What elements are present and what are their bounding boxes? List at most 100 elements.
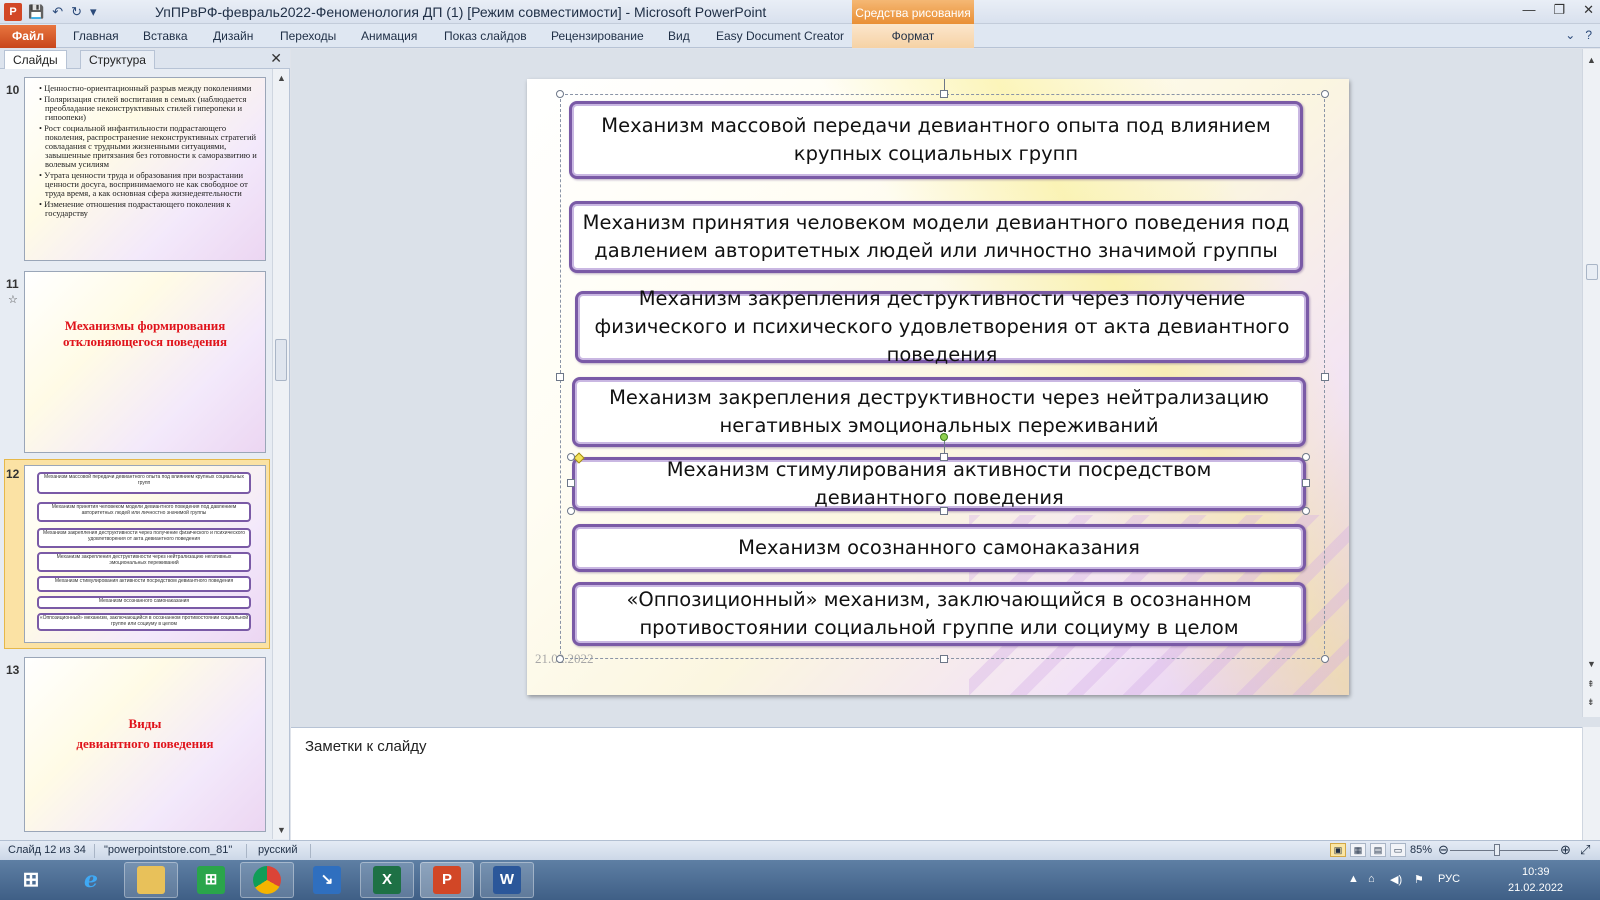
slide-number: 11 xyxy=(6,277,19,291)
reading-view-icon[interactable]: ▤ xyxy=(1370,843,1386,857)
resize-handle[interactable] xyxy=(1302,453,1310,461)
tab-format[interactable]: Формат xyxy=(852,24,974,48)
tab-outline[interactable]: Структура xyxy=(80,50,155,69)
scroll-up-icon[interactable]: ▲ xyxy=(277,73,286,83)
zoom-slider-knob[interactable] xyxy=(1494,844,1500,856)
resize-handle[interactable] xyxy=(1321,373,1329,381)
thumb-box: Механизм закрепления деструктивности чер… xyxy=(37,528,251,548)
tab-slides[interactable]: Слайды xyxy=(4,50,67,69)
clock-time[interactable]: 10:39 xyxy=(1522,866,1550,878)
network-icon[interactable]: ⌂ xyxy=(1368,873,1375,885)
slideshow-icon[interactable]: ▭ xyxy=(1390,843,1406,857)
resize-handle[interactable] xyxy=(940,507,948,515)
group-selection-frame xyxy=(560,94,1325,659)
zoom-out-icon[interactable]: ⊖ xyxy=(1438,842,1449,858)
fit-slide-icon[interactable]: ⤢ xyxy=(1580,842,1590,858)
excel-icon[interactable]: X xyxy=(360,862,414,898)
resize-handle[interactable] xyxy=(1321,90,1329,98)
save-icon[interactable]: 💾 xyxy=(28,4,44,20)
document-creator-icon[interactable]: ↘ xyxy=(300,862,354,898)
minimize-ribbon-icon[interactable]: ⌄ xyxy=(1565,28,1575,42)
undo-icon[interactable]: ↶ xyxy=(52,4,63,20)
close-icon[interactable]: ✕ xyxy=(270,50,282,67)
thumb-box: Механизм массовой передачи девиантного о… xyxy=(37,472,251,494)
zoom-in-icon[interactable]: ⊕ xyxy=(1560,842,1571,858)
next-slide-icon[interactable]: ⇟ xyxy=(1587,697,1595,708)
tab-easy-document-creator[interactable]: Easy Document Creator xyxy=(716,29,844,43)
resize-handle[interactable] xyxy=(1302,479,1310,487)
restore-icon[interactable]: ❐ xyxy=(1553,2,1565,18)
language-indicator[interactable]: русский xyxy=(258,844,297,856)
resize-handle[interactable] xyxy=(567,479,575,487)
previous-slide-icon[interactable]: ⇞ xyxy=(1587,679,1595,690)
input-language[interactable]: РУС xyxy=(1438,873,1460,885)
file-explorer-icon[interactable] xyxy=(124,862,178,898)
notes-placeholder[interactable]: Заметки к слайду xyxy=(305,738,427,755)
tab-review[interactable]: Рецензирование xyxy=(551,29,644,43)
tab-insert[interactable]: Вставка xyxy=(143,29,188,43)
normal-view-icon[interactable]: ▣ xyxy=(1330,843,1346,857)
help-icon[interactable]: ? xyxy=(1585,28,1592,42)
current-slide[interactable]: Механизм массовой передачи девиантного о… xyxy=(527,79,1349,695)
title-bar: P 💾 ↶ ↻ ▾ УпПРвРФ-февраль2022-Феноменоло… xyxy=(0,0,1600,24)
flag-icon[interactable]: ⚑ xyxy=(1414,873,1424,886)
slide-preview[interactable]: Виды девиантного поведения xyxy=(24,657,266,832)
scroll-thumb[interactable] xyxy=(275,339,287,381)
powerpoint-icon[interactable]: P xyxy=(420,862,474,898)
windows-taskbar: ⊞ e ⊞ ↘ X P W ▲ ⌂ ◀) ⚑ РУС 10:39 21.02.2… xyxy=(0,860,1600,900)
close-icon[interactable]: ✕ xyxy=(1583,2,1594,18)
notes-scrollbar[interactable] xyxy=(1582,727,1600,840)
resize-handle[interactable] xyxy=(567,507,575,515)
powerpoint-logo-icon: P xyxy=(433,866,461,894)
tab-home[interactable]: Главная xyxy=(73,29,119,43)
slide-preview[interactable]: Механизм массовой передачи девиантного о… xyxy=(24,465,266,643)
main-scrollbar[interactable]: ▲ ▼ ⇞ ⇟ xyxy=(1582,49,1600,717)
customize-qat-icon[interactable]: ▾ xyxy=(90,4,97,20)
resize-handle[interactable] xyxy=(1321,655,1329,663)
status-bar: Слайд 12 из 34 "powerpointstore.com_81" … xyxy=(0,840,1600,860)
scroll-down-icon[interactable]: ▼ xyxy=(277,825,286,835)
slide-sorter-icon[interactable]: ▦ xyxy=(1350,843,1366,857)
minimize-icon[interactable]: — xyxy=(1522,2,1535,18)
resize-handle[interactable] xyxy=(940,90,948,98)
theme-name[interactable]: "powerpointstore.com_81" xyxy=(104,844,232,856)
resize-handle[interactable] xyxy=(556,655,564,663)
powerpoint-app-icon[interactable]: P xyxy=(4,3,22,21)
animation-star-icon: ☆ xyxy=(8,294,18,306)
internet-explorer-icon[interactable]: e xyxy=(64,862,118,898)
store-icon[interactable]: ⊞ xyxy=(184,862,238,898)
tab-file[interactable]: Файл xyxy=(0,25,56,48)
thumb-title-line-1: Виды xyxy=(128,716,162,731)
chrome-icon[interactable] xyxy=(240,862,294,898)
slide-preview[interactable]: Механизмы формирования отклоняющегося по… xyxy=(24,271,266,453)
tab-transitions[interactable]: Переходы xyxy=(280,29,336,43)
clock-date[interactable]: 21.02.2022 xyxy=(1508,882,1563,894)
scroll-thumb[interactable] xyxy=(1586,264,1598,280)
doc-creator-logo-icon: ↘ xyxy=(313,866,341,894)
scroll-down-icon[interactable]: ▼ xyxy=(1587,659,1596,669)
slides-panel-scrollbar[interactable]: ▲ ▼ xyxy=(272,69,289,839)
zoom-level[interactable]: 85% xyxy=(1410,844,1432,856)
windows-start-icon[interactable]: ⊞ xyxy=(4,862,58,898)
resize-handle[interactable] xyxy=(567,453,575,461)
tab-view[interactable]: Вид xyxy=(668,29,690,43)
show-hidden-icons-icon[interactable]: ▲ xyxy=(1348,873,1359,885)
scroll-up-icon[interactable]: ▲ xyxy=(1587,55,1596,65)
volume-icon[interactable]: ◀) xyxy=(1390,873,1402,886)
tab-animation[interactable]: Анимация xyxy=(361,29,417,43)
resize-handle[interactable] xyxy=(940,453,948,461)
slide-preview[interactable]: • Ценностно-ориентационный разрыв между … xyxy=(24,77,266,261)
zoom-slider-track[interactable] xyxy=(1450,850,1558,851)
resize-handle[interactable] xyxy=(940,655,948,663)
rotate-handle[interactable] xyxy=(940,433,948,441)
notes-pane[interactable]: Заметки к слайду xyxy=(291,727,1582,840)
slide-number: 13 xyxy=(6,663,20,677)
word-icon[interactable]: W xyxy=(480,862,534,898)
tab-slideshow[interactable]: Показ слайдов xyxy=(444,29,527,43)
redo-icon[interactable]: ↻ xyxy=(71,4,82,20)
resize-handle[interactable] xyxy=(556,90,564,98)
resize-handle[interactable] xyxy=(556,373,564,381)
tab-design[interactable]: Дизайн xyxy=(213,29,253,43)
notes-splitter[interactable] xyxy=(291,717,1600,727)
resize-handle[interactable] xyxy=(1302,507,1310,515)
